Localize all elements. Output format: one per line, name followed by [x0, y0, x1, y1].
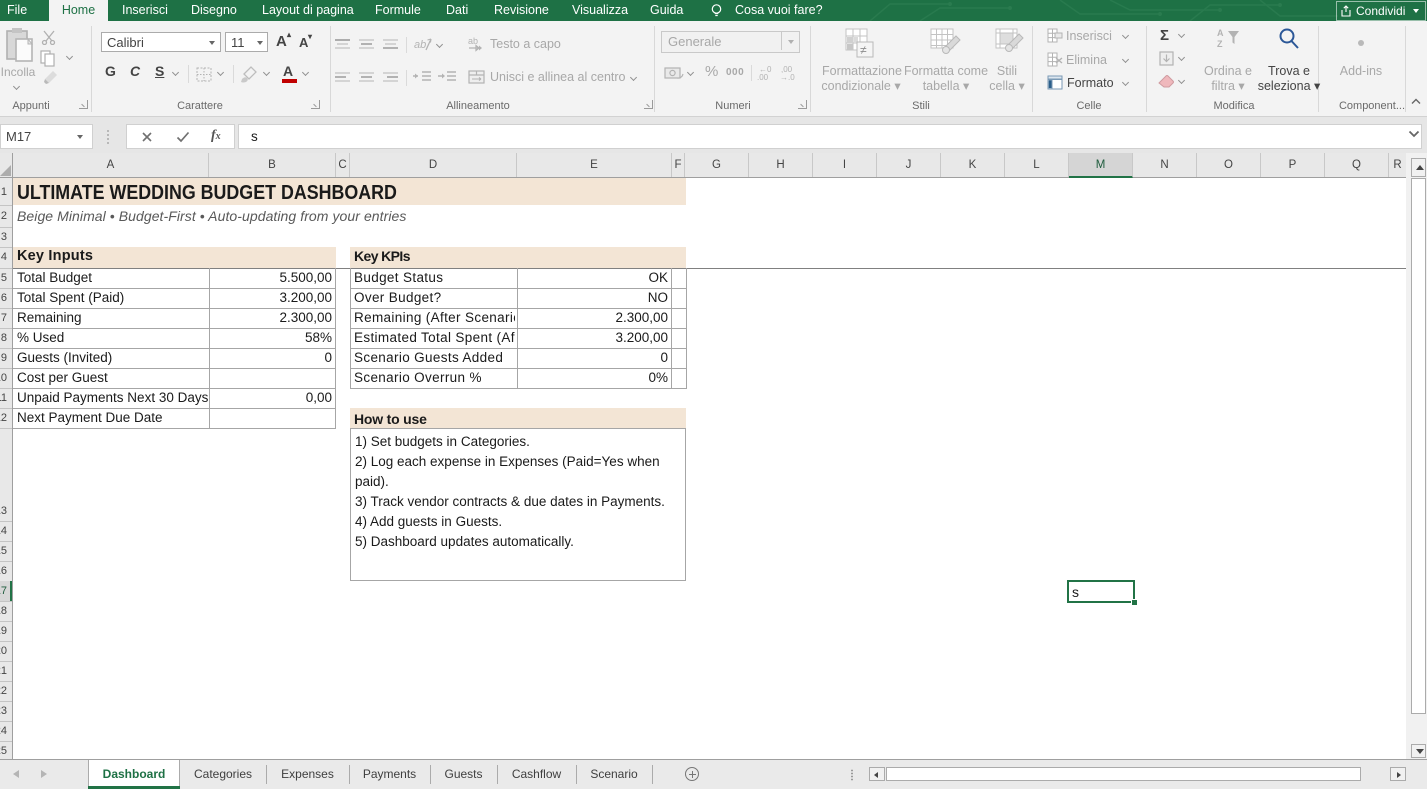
- svg-text:A: A: [1217, 28, 1224, 38]
- svg-text:ab: ab: [468, 36, 478, 46]
- svg-text:,00: ,00: [757, 73, 769, 80]
- svg-text:Z: Z: [1217, 39, 1223, 49]
- svg-text:ab: ab: [414, 39, 426, 51]
- svg-text:≠: ≠: [860, 43, 867, 57]
- svg-text:→,0: →,0: [780, 73, 795, 80]
